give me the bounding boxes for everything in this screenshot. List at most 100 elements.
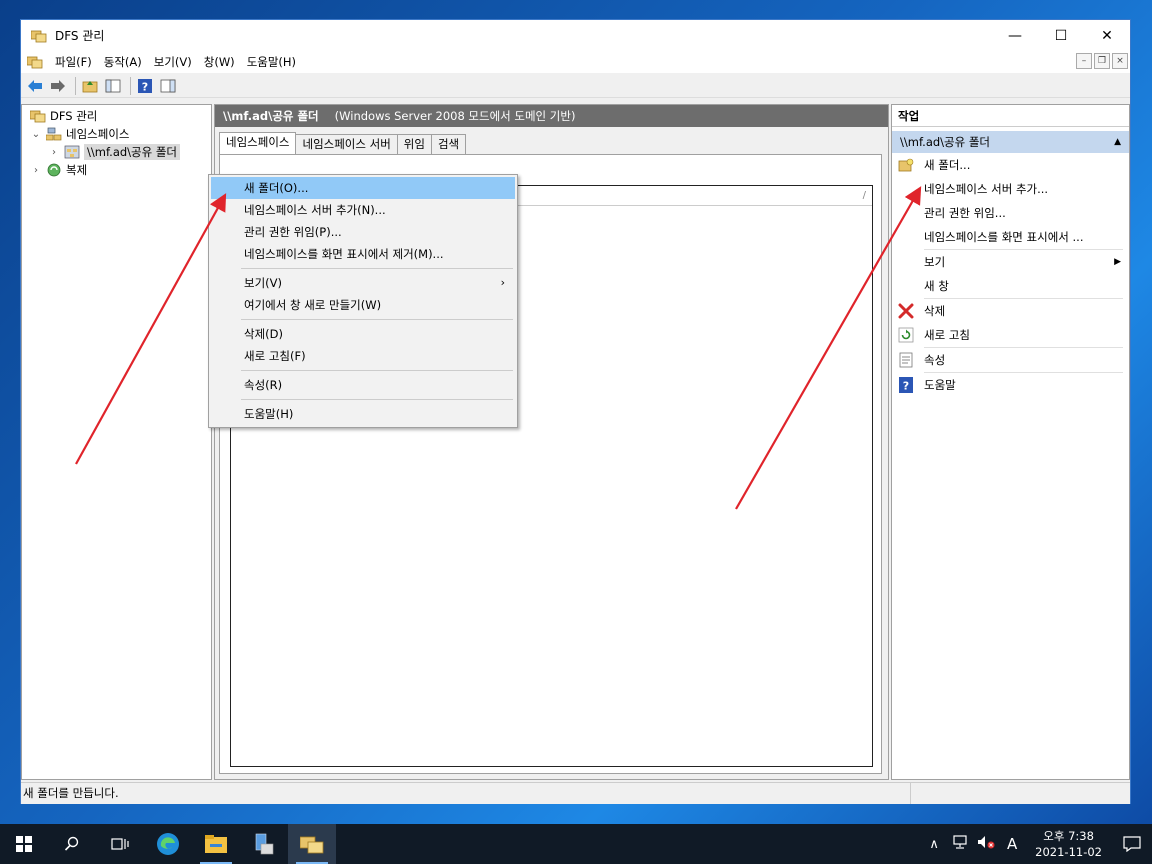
action-remove-namespace-from-display[interactable]: 네임스페이스를 화면 표시에서 ...: [892, 225, 1129, 249]
action-delegate-management[interactable]: 관리 권한 위임...: [892, 201, 1129, 225]
windows-logo-icon: [16, 836, 32, 852]
status-text: 새 폴더를 만듭니다.: [21, 783, 911, 804]
chevron-up-icon[interactable]: ∧: [923, 837, 945, 852]
back-button[interactable]: [25, 76, 45, 96]
taskbar-dfs-management[interactable]: [288, 824, 336, 864]
mdi-controls: – ❐ ×: [1076, 53, 1128, 69]
minimize-button[interactable]: —: [992, 20, 1038, 51]
action-delete[interactable]: 삭제: [892, 299, 1129, 323]
dfs-app-icon: [30, 29, 47, 43]
system-tray: ∧ A 오후 7:38 2021-11-02: [921, 824, 1152, 864]
action-help[interactable]: ? 도움말: [892, 373, 1129, 397]
clock-date: 2021-11-02: [1035, 845, 1102, 859]
tab-namespace-servers[interactable]: 네임스페이스 서버: [295, 134, 398, 154]
ime-indicator[interactable]: A: [1001, 835, 1023, 853]
help-icon: ?: [138, 78, 152, 93]
start-button[interactable]: [0, 824, 48, 864]
server-manager-icon: [255, 833, 274, 855]
taskbar-server-manager[interactable]: [240, 824, 288, 864]
dfs-app-icon: [300, 836, 324, 854]
tab-namespace[interactable]: 네임스페이스: [219, 132, 297, 154]
up-folder-button[interactable]: [80, 76, 100, 96]
ctx-view[interactable]: 보기(V) ›: [211, 272, 515, 294]
help-button[interactable]: ?: [135, 76, 155, 96]
ctx-remove-namespace-from-display[interactable]: 네임스페이스를 화면 표시에서 제거(M)...: [211, 243, 515, 265]
close-button[interactable]: ✕: [1084, 20, 1130, 51]
ctx-new-window-from-here[interactable]: 여기에서 창 새로 만들기(W): [211, 294, 515, 316]
action-label: 새 창: [924, 279, 949, 293]
tree-label-namespaces: 네임스페이스: [66, 127, 130, 141]
expand-chevron-icon[interactable]: ›: [48, 147, 60, 158]
edge-browser-icon: [157, 833, 179, 855]
menu-help[interactable]: 도움말(H): [241, 51, 302, 73]
action-label: 관리 권한 위임...: [924, 206, 1006, 220]
namespaces-icon: [45, 127, 62, 141]
actions-section-header[interactable]: \\mf.ad\공유 폴더 ▲: [892, 131, 1129, 153]
taskbar-file-explorer[interactable]: [192, 824, 240, 864]
notification-center-button[interactable]: [1112, 824, 1152, 864]
replication-icon: [46, 163, 62, 177]
action-refresh[interactable]: 새로 고침: [892, 323, 1129, 347]
ctx-view-label: 보기(V): [244, 276, 282, 290]
svg-text:?: ?: [142, 80, 148, 93]
volume-muted-icon[interactable]: [975, 835, 997, 853]
dfs-menu-icon[interactable]: [26, 55, 43, 69]
action-pane-icon: [160, 79, 176, 92]
action-label: 새 폴더...: [924, 158, 971, 172]
taskbar-edge[interactable]: [144, 824, 192, 864]
show-hide-action-pane-button[interactable]: [158, 76, 178, 96]
collapse-chevron-icon[interactable]: ⌄: [30, 129, 42, 140]
taskbar: ∧ A 오후 7:38 2021-11-02: [0, 824, 1152, 864]
menu-view[interactable]: 보기(V): [148, 51, 198, 73]
results-pane-subtitle: (Windows Server 2008 모드에서 도메인 기반): [334, 109, 576, 123]
ctx-delegate-management[interactable]: 관리 권한 위임(P)...: [211, 221, 515, 243]
forward-arrow-icon: [51, 79, 65, 92]
mdi-close-button[interactable]: ×: [1112, 53, 1128, 69]
tree-label-shared-folder: \\mf.ad\공유 폴더: [84, 144, 181, 160]
submenu-triangle-icon: ▶: [1114, 257, 1121, 267]
collapse-triangle-icon[interactable]: ▲: [1114, 137, 1121, 147]
ctx-help[interactable]: 도움말(H): [211, 403, 515, 425]
tab-search[interactable]: 검색: [430, 134, 467, 154]
new-folder-icon: [898, 157, 914, 173]
ctx-new-folder[interactable]: 새 폴더(O)...: [211, 177, 515, 199]
column-resize-handle-icon[interactable]: /: [863, 186, 866, 205]
action-label: 네임스페이스를 화면 표시에서 ...: [924, 230, 1084, 244]
delete-x-icon: [898, 303, 914, 319]
tab-delegation[interactable]: 위임: [396, 134, 432, 154]
action-properties[interactable]: 속성: [892, 348, 1129, 372]
tree-item-replication[interactable]: › 복제: [30, 161, 87, 179]
action-add-namespace-server[interactable]: 네임스페이스 서버 추가...: [892, 177, 1129, 201]
action-view[interactable]: 보기 ▶: [892, 250, 1129, 274]
menu-action[interactable]: 동작(A): [98, 51, 148, 73]
ctx-properties[interactable]: 속성(R): [211, 374, 515, 396]
ctx-delete[interactable]: 삭제(D): [211, 323, 515, 345]
action-new-folder[interactable]: 새 폴더...: [892, 153, 1129, 177]
forward-button[interactable]: [48, 76, 68, 96]
show-hide-console-tree-button[interactable]: [103, 76, 123, 96]
network-icon[interactable]: [949, 835, 971, 853]
menu-file[interactable]: 파일(F): [49, 51, 98, 73]
tree-item-shared-folder-namespace[interactable]: › \\mf.ad\공유 폴더: [48, 143, 181, 161]
menu-window[interactable]: 창(W): [198, 51, 241, 73]
action-label: 새로 고침: [924, 328, 970, 342]
clock-time: 오후 7:38: [1043, 829, 1094, 843]
ctx-refresh[interactable]: 새로 고침(F): [211, 345, 515, 367]
search-button[interactable]: [48, 824, 96, 864]
tree-item-namespaces[interactable]: ⌄ 네임스페이스: [30, 125, 130, 143]
toolbar-separator: [130, 76, 131, 95]
tree-item-dfs-management[interactable]: DFS 관리: [26, 107, 97, 125]
actions-title: 작업: [892, 105, 1129, 127]
ctx-separator: [241, 370, 513, 371]
window-title: DFS 관리: [55, 29, 105, 43]
action-label: 네임스페이스 서버 추가...: [924, 182, 1049, 196]
expand-chevron-icon[interactable]: ›: [30, 165, 42, 176]
task-view-button[interactable]: [96, 824, 144, 864]
ctx-add-namespace-server[interactable]: 네임스페이스 서버 추가(N)...: [211, 199, 515, 221]
clock[interactable]: 오후 7:38 2021-11-02: [1035, 828, 1102, 860]
notification-icon: [1123, 836, 1141, 852]
mdi-restore-button[interactable]: ❐: [1094, 53, 1110, 69]
maximize-button[interactable]: ☐: [1038, 20, 1084, 51]
mdi-minimize-button[interactable]: –: [1076, 53, 1092, 69]
action-new-window[interactable]: 새 창: [892, 274, 1129, 298]
